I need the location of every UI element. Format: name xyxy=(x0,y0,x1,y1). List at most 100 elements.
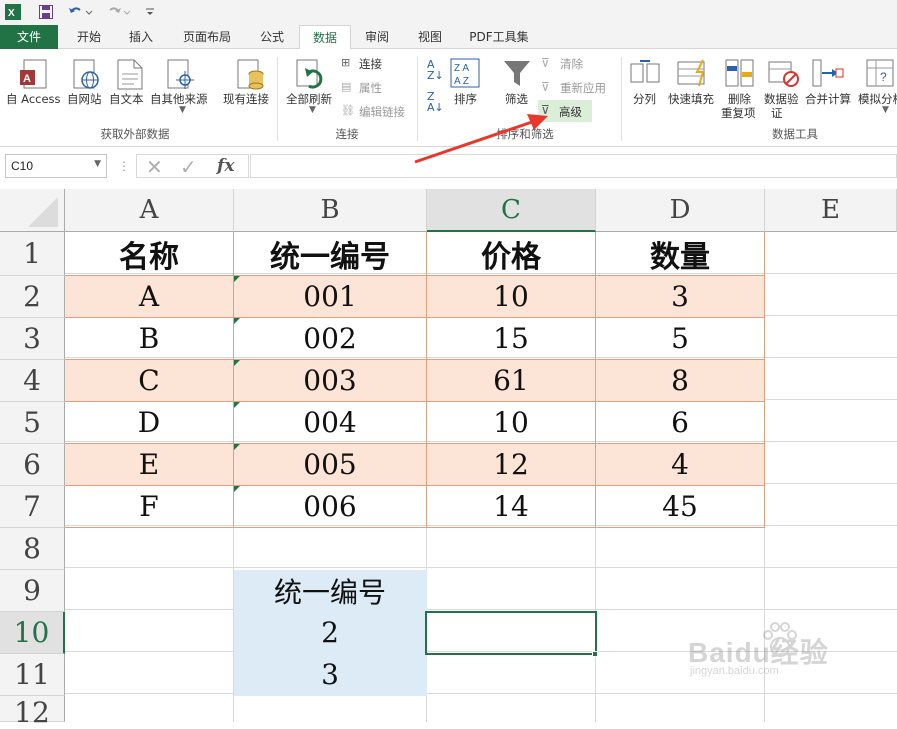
row-header-11[interactable]: 11 xyxy=(0,654,65,696)
row-header-2[interactable]: 2 xyxy=(0,276,65,318)
sort-icon[interactable]: Z A A Z xyxy=(450,58,480,91)
text-to-columns-button[interactable]: 分列 xyxy=(633,91,656,107)
column-header-a[interactable]: A xyxy=(65,189,234,232)
table-cell[interactable]: 3 xyxy=(596,276,765,318)
header-cell[interactable]: 统一编号 xyxy=(234,232,427,276)
other-sources-dropdown-icon[interactable]: ▼ xyxy=(179,105,186,115)
connections-button[interactable]: 连接 xyxy=(359,56,382,72)
tab-view[interactable]: 视图 xyxy=(404,25,456,49)
active-cell-c10[interactable] xyxy=(425,611,597,655)
tab-data[interactable]: 数据 xyxy=(299,25,351,50)
fill-handle[interactable] xyxy=(592,651,598,657)
formula-input[interactable] xyxy=(250,154,897,178)
table-cell[interactable]: 10 xyxy=(427,276,596,318)
refresh-all-icon[interactable] xyxy=(295,58,329,95)
filter-icon[interactable] xyxy=(503,58,531,91)
web-icon[interactable] xyxy=(72,58,102,95)
table-cell[interactable]: 5 xyxy=(596,318,765,360)
existing-connections-icon[interactable] xyxy=(236,58,266,95)
table-cell[interactable]: 4 xyxy=(596,444,765,486)
save-icon[interactable] xyxy=(38,3,54,21)
sort-ascending-icon[interactable]: A Z↓ xyxy=(427,59,444,81)
edit-links-button[interactable]: 编辑链接 xyxy=(359,104,405,120)
tab-formulas[interactable]: 公式 xyxy=(248,25,296,49)
clear-button[interactable]: 清除 xyxy=(560,56,583,72)
row-header-3[interactable]: 3 xyxy=(0,318,65,360)
table-cell[interactable]: C xyxy=(65,360,234,402)
table-cell[interactable]: A xyxy=(65,276,234,318)
name-box[interactable]: C10 ▼ xyxy=(5,154,107,178)
name-box-dropdown-icon[interactable]: ▼ xyxy=(94,159,101,169)
existing-connections-button[interactable]: 现有连接 xyxy=(223,91,269,107)
enter-icon[interactable]: ✓ xyxy=(180,155,197,179)
table-cell[interactable]: 002 xyxy=(234,318,427,360)
other-sources-icon[interactable] xyxy=(165,58,195,95)
column-header-d[interactable]: D xyxy=(596,189,765,232)
insert-function-icon[interactable]: fx xyxy=(217,156,234,176)
table-cell[interactable]: 61 xyxy=(427,360,596,402)
text-to-columns-icon[interactable] xyxy=(630,58,660,91)
access-icon[interactable]: A xyxy=(20,58,50,95)
what-if-analysis-icon[interactable]: ? xyxy=(866,58,896,91)
remove-duplicates-icon[interactable] xyxy=(725,58,755,91)
table-cell[interactable]: 15 xyxy=(427,318,596,360)
row-header-5[interactable]: 5 xyxy=(0,402,65,444)
row-header-9[interactable]: 9 xyxy=(0,570,65,612)
tab-page-layout[interactable]: 页面布局 xyxy=(168,25,246,49)
table-cell[interactable]: 005 xyxy=(234,444,427,486)
table-cell[interactable]: 8 xyxy=(596,360,765,402)
table-cell[interactable]: 006 xyxy=(234,486,427,528)
customize-icon[interactable] xyxy=(144,3,156,21)
table-cell[interactable]: 12 xyxy=(427,444,596,486)
header-cell[interactable]: 价格 xyxy=(427,232,596,276)
tab-pdf-tools[interactable]: PDF工具集 xyxy=(460,25,538,49)
header-cell[interactable]: 名称 xyxy=(65,232,234,276)
sort-descending-icon[interactable]: Z A↓ xyxy=(427,91,444,113)
row-header-10[interactable]: 10 xyxy=(0,612,65,654)
row-header-8[interactable]: 8 xyxy=(0,528,65,570)
refresh-dropdown-icon[interactable]: ▼ xyxy=(309,105,316,115)
column-header-e[interactable]: E xyxy=(765,189,897,232)
tab-file[interactable]: 文件 xyxy=(0,25,58,49)
flash-fill-icon[interactable] xyxy=(677,58,709,91)
row-header-12[interactable]: 12 xyxy=(0,696,65,729)
criteria-header-cell[interactable]: 统一编号 xyxy=(234,570,427,612)
sort-button[interactable]: 排序 xyxy=(454,91,477,107)
table-cell[interactable]: 004 xyxy=(234,402,427,444)
consolidate-button[interactable]: 合并计算 xyxy=(805,91,851,107)
criteria-value-cell[interactable]: 2 xyxy=(234,612,427,654)
table-cell[interactable]: 14 xyxy=(427,486,596,528)
table-cell[interactable]: 6 xyxy=(596,402,765,444)
table-cell[interactable]: E xyxy=(65,444,234,486)
from-web-button[interactable]: 自网站 xyxy=(67,91,102,107)
header-cell[interactable]: 数量 xyxy=(596,232,765,276)
table-cell[interactable]: 001 xyxy=(234,276,427,318)
row-header-4[interactable]: 4 xyxy=(0,360,65,402)
row-header-1[interactable]: 1 xyxy=(0,232,65,276)
row-header-6[interactable]: 6 xyxy=(0,444,65,486)
table-cell[interactable]: 003 xyxy=(234,360,427,402)
tab-insert[interactable]: 插入 xyxy=(116,25,166,49)
from-text-button[interactable]: 自文本 xyxy=(109,91,144,107)
reapply-button[interactable]: 重新应用 xyxy=(560,80,606,96)
redo-icon[interactable] xyxy=(104,3,132,21)
consolidate-icon[interactable] xyxy=(812,58,844,91)
filter-button[interactable]: 筛选 xyxy=(505,91,528,107)
table-cell[interactable]: F xyxy=(65,486,234,528)
advanced-button[interactable]: ⊽ 高级 xyxy=(538,100,592,122)
cancel-icon[interactable]: ✕ xyxy=(146,155,163,179)
tab-review[interactable]: 审阅 xyxy=(353,25,401,49)
what-if-analysis-button[interactable]: 模拟分析 xyxy=(858,91,897,107)
what-if-dropdown-icon[interactable]: ▼ xyxy=(882,105,889,115)
table-cell[interactable]: 45 xyxy=(596,486,765,528)
table-cell[interactable]: D xyxy=(65,402,234,444)
undo-icon[interactable] xyxy=(66,3,94,21)
properties-button[interactable]: 属性 xyxy=(359,80,382,96)
tab-home[interactable]: 开始 xyxy=(62,25,116,49)
table-cell[interactable]: 10 xyxy=(427,402,596,444)
table-cell[interactable]: B xyxy=(65,318,234,360)
flash-fill-button[interactable]: 快速填充 xyxy=(668,91,714,107)
column-header-b[interactable]: B xyxy=(234,189,427,232)
row-header-7[interactable]: 7 xyxy=(0,486,65,528)
text-file-icon[interactable] xyxy=(115,58,145,95)
